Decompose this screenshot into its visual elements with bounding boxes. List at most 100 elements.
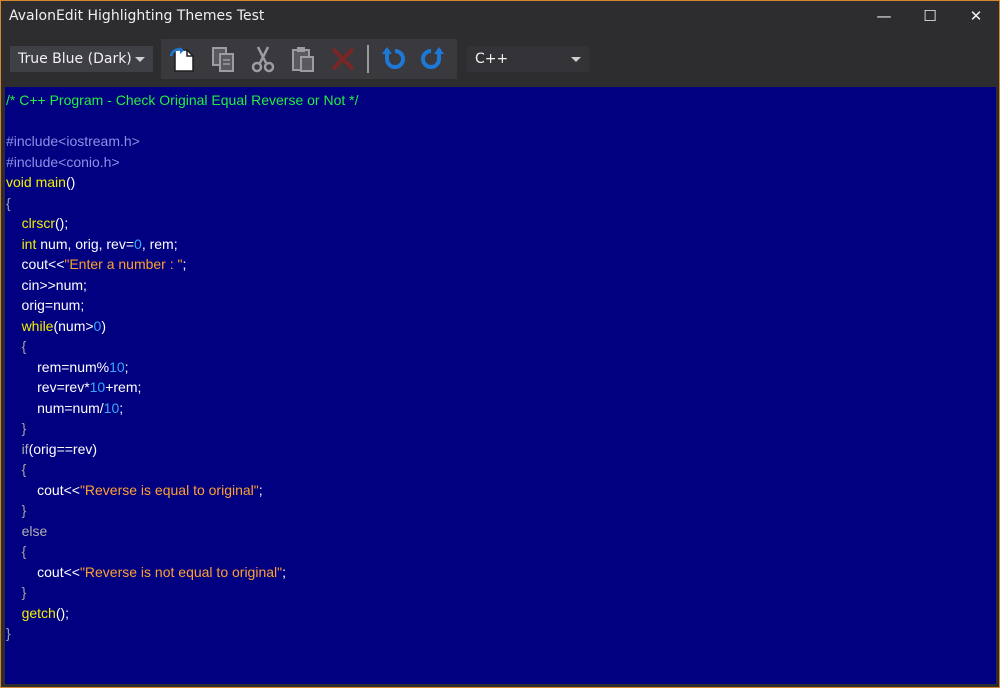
code-token: cout<< [6, 481, 80, 498]
code-token: #include<iostream.h> [6, 133, 140, 149]
code-line: } [6, 500, 996, 521]
code-token: cout<< [6, 256, 65, 272]
code-token: } [6, 625, 11, 641]
open-file-icon [169, 47, 194, 72]
code-line: { [6, 459, 996, 480]
code-token: , rem; [141, 235, 178, 252]
code-token: "Reverse is equal to original" [79, 481, 259, 498]
toolbar: True Blue (Dark) C++ [1, 31, 999, 87]
code-line: rem=num%10; [6, 357, 996, 378]
app-window: AvalonEdit Highlighting Themes Test — ☐ … [0, 0, 1000, 688]
code-token: ; [119, 399, 124, 416]
close-button[interactable]: ✕ [953, 1, 999, 31]
code-token: ) [101, 317, 107, 334]
code-token: clrscr [21, 215, 55, 231]
toolbar-separator [367, 45, 369, 73]
code-token: { [21, 543, 27, 559]
code-token: 10 [103, 399, 120, 416]
chevron-down-icon [135, 56, 145, 62]
code-token: num=num/ [6, 399, 104, 416]
code-text: /* C++ Program - Check Original Equal Re… [5, 87, 996, 644]
redo-button[interactable] [413, 39, 453, 79]
delete-icon [331, 47, 355, 71]
code-token: while [21, 317, 54, 334]
code-token: { [21, 461, 27, 477]
code-token: main [35, 174, 66, 190]
code-token: () [65, 174, 76, 190]
paste-icon [292, 47, 314, 72]
code-token: ; [282, 563, 286, 580]
title-bar: AvalonEdit Highlighting Themes Test — ☐ … [1, 1, 999, 31]
undo-button[interactable] [373, 39, 413, 79]
code-line: orig=num; [6, 295, 996, 316]
code-line: } [6, 623, 996, 644]
code-token: (orig==rev) [28, 440, 98, 457]
cut-button[interactable] [243, 39, 283, 79]
code-token: num, orig, rev= [36, 235, 135, 252]
copy-button[interactable] [203, 39, 243, 79]
code-line: } [6, 418, 996, 439]
code-token: (); [55, 215, 69, 231]
delete-button[interactable] [323, 39, 363, 79]
paste-button[interactable] [283, 39, 323, 79]
code-token: { [6, 194, 11, 211]
code-token: } [21, 420, 27, 436]
code-editor[interactable]: /* C++ Program - Check Original Equal Re… [5, 87, 996, 684]
code-token: orig=num; [6, 297, 85, 313]
code-line: clrscr(); [6, 213, 996, 234]
cut-icon [251, 46, 275, 73]
code-token: { [21, 338, 27, 354]
code-line: int num, orig, rev=0, rem; [6, 234, 996, 255]
language-select[interactable]: C++ [467, 46, 589, 72]
code-token: void [6, 174, 32, 190]
copy-icon [212, 47, 234, 72]
code-token: 10 [109, 358, 125, 375]
code-line: /* C++ Program - Check Original Equal Re… [6, 90, 996, 111]
code-token: rev=rev* [6, 379, 90, 395]
code-token: ; [124, 358, 129, 375]
code-token: ; [258, 481, 263, 498]
code-line: else [6, 521, 996, 542]
code-token: ; [182, 256, 187, 272]
minimize-button[interactable]: — [861, 1, 907, 31]
window-controls: — ☐ ✕ [861, 1, 999, 31]
code-line: { [6, 541, 996, 562]
chevron-down-icon [571, 56, 581, 62]
code-line: num=num/10; [6, 398, 996, 419]
code-line: #include<conio.h> [6, 152, 996, 173]
code-token: "Enter a number : " [64, 256, 183, 272]
maximize-button[interactable]: ☐ [907, 1, 953, 31]
code-token: cout<< [6, 563, 80, 580]
theme-select-value: True Blue (Dark) [18, 51, 132, 67]
window-title: AvalonEdit Highlighting Themes Test [9, 8, 265, 24]
code-line: } [6, 582, 996, 603]
code-line: getch(); [6, 603, 996, 624]
code-token: /* C++ Program - Check Original Equal Re… [6, 92, 359, 108]
code-token: "Reverse is not equal to original" [79, 563, 283, 580]
code-token: #include<conio.h> [6, 153, 120, 170]
code-token: +rem; [105, 379, 142, 395]
theme-select[interactable]: True Blue (Dark) [10, 46, 153, 72]
code-token: } [21, 502, 27, 518]
code-line: void main() [6, 172, 996, 193]
code-line: #include<iostream.h> [6, 131, 996, 152]
code-token: cin>>num; [6, 276, 87, 293]
code-line: cout<<"Reverse is not equal to original"… [6, 562, 996, 583]
open-file-button[interactable] [163, 39, 203, 79]
code-token: } [21, 584, 27, 600]
code-line: { [6, 193, 996, 214]
code-line: cout<<"Reverse is equal to original"; [6, 480, 996, 501]
code-token: int [21, 235, 37, 252]
code-token: getch [21, 604, 56, 621]
code-line: rev=rev*10+rem; [6, 377, 996, 398]
